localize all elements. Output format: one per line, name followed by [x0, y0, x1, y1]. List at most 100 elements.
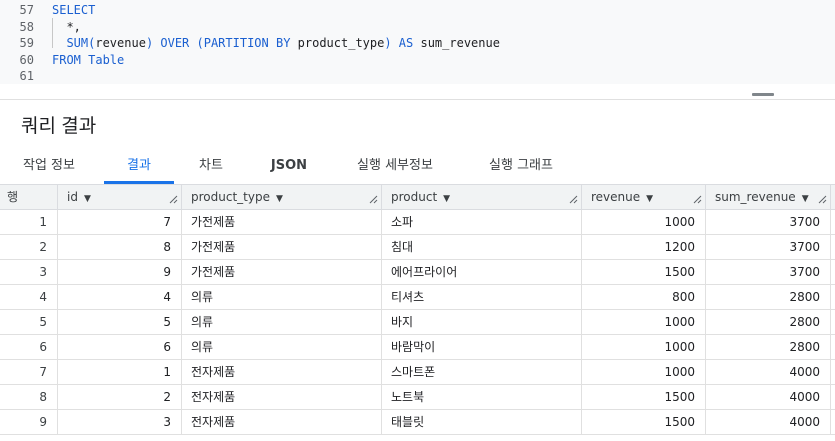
row-number-cell[interactable]: 5 [0, 310, 58, 335]
table-row[interactable]: 6 6 의류 바람막이 1000 2800 [0, 335, 835, 360]
table-row[interactable]: 9 3 전자제품 태블릿 1500 4000 [0, 410, 835, 435]
cell-product-type[interactable]: 전자제품 [182, 385, 382, 410]
row-number-cell[interactable]: 6 [0, 335, 58, 360]
cell-id[interactable]: 7 [58, 210, 182, 235]
cell-product[interactable]: 태블릿 [382, 410, 582, 435]
cell-sum-revenue[interactable]: 2800 [706, 335, 831, 360]
cell-sum-revenue[interactable]: 3700 [706, 210, 831, 235]
code-line[interactable]: 60 FROM Table [0, 52, 835, 68]
row-number-cell[interactable]: 4 [0, 285, 58, 310]
row-number-cell[interactable]: 2 [0, 235, 58, 260]
code-line[interactable]: 57 SELECT [0, 2, 835, 18]
sql-keyword: FROM [52, 52, 89, 67]
tab-job-info[interactable]: 작업 정보 [12, 146, 86, 185]
table-row[interactable]: 5 5 의류 바지 1000 2800 [0, 310, 835, 335]
tab-execution-graph[interactable]: 실행 그래프 [474, 146, 568, 185]
cell-revenue[interactable]: 1000 [582, 310, 706, 335]
row-number-cell[interactable]: 1 [0, 210, 58, 235]
column-resize-handle-icon[interactable] [168, 194, 178, 204]
table-row[interactable]: 4 4 의류 티셔츠 800 2800 [0, 285, 835, 310]
sql-keyword: ) OVER (PARTITION BY [145, 36, 298, 50]
table-row[interactable]: 7 1 전자제품 스마트폰 1000 4000 [0, 360, 835, 385]
cell-sum-revenue[interactable]: 3700 [706, 235, 831, 260]
sort-down-arrow-icon[interactable]: ▼ [84, 187, 91, 211]
cell-product-type[interactable]: 가전제품 [182, 260, 382, 285]
cell-product-type[interactable]: 가전제품 [182, 210, 382, 235]
sort-down-arrow-icon[interactable]: ▼ [276, 187, 283, 211]
column-header-label: product_type [191, 190, 270, 204]
cell-product[interactable]: 바람막이 [382, 335, 582, 360]
cell-id[interactable]: 9 [58, 260, 182, 285]
tab-chart[interactable]: 차트 [186, 146, 236, 185]
row-number-cell[interactable]: 7 [0, 360, 58, 385]
column-resize-handle-icon[interactable] [817, 194, 827, 204]
sort-down-arrow-icon[interactable]: ▼ [443, 187, 450, 211]
cell-id[interactable]: 2 [58, 385, 182, 410]
column-header-sum-revenue[interactable]: sum_revenue ▼ [706, 185, 831, 210]
cell-product-type[interactable]: 의류 [182, 285, 382, 310]
cell-product[interactable]: 스마트폰 [382, 360, 582, 385]
cell-revenue[interactable]: 1000 [582, 360, 706, 385]
code-line[interactable]: 58 *, [0, 19, 835, 35]
column-header-product[interactable]: product ▼ [382, 185, 582, 210]
cell-id[interactable]: 4 [58, 285, 182, 310]
table-row[interactable]: 3 9 가전제품 에어프라이어 1500 3700 [0, 260, 835, 285]
cell-id[interactable]: 3 [58, 410, 182, 435]
line-number: 57 [19, 3, 34, 17]
column-resize-handle-icon[interactable] [568, 194, 578, 204]
column-resize-handle-icon[interactable] [368, 194, 378, 204]
line-number: 58 [19, 19, 34, 34]
cell-product[interactable]: 소파 [382, 210, 582, 235]
cell-product-type[interactable]: 의류 [182, 335, 382, 360]
sql-editor[interactable]: 57 SELECT 58 *, 59 SUM(revenue) OVER (PARTI… [0, 0, 835, 84]
sort-down-arrow-icon[interactable]: ▼ [646, 187, 653, 211]
cell-sum-revenue[interactable]: 2800 [706, 285, 831, 310]
row-number-cell[interactable]: 9 [0, 410, 58, 435]
table-row[interactable]: 2 8 가전제품 침대 1200 3700 [0, 235, 835, 260]
cell-product[interactable]: 티셔츠 [382, 285, 582, 310]
code-text: SELECT [52, 2, 95, 18]
results-tabs: 작업 정보 결과 차트 JSON 실행 세부정보 실행 그래프 [0, 146, 835, 185]
cell-product-type[interactable]: 가전제품 [182, 235, 382, 260]
cell-id[interactable]: 8 [58, 235, 182, 260]
cell-id[interactable]: 6 [58, 335, 182, 360]
tab-execution-details[interactable]: 실행 세부정보 [342, 146, 448, 185]
cell-product[interactable]: 침대 [382, 235, 582, 260]
table-row[interactable]: 1 7 가전제품 소파 1000 3700 [0, 210, 835, 235]
cell-product[interactable]: 에어프라이어 [382, 260, 582, 285]
column-resize-handle-icon[interactable] [692, 194, 702, 204]
cell-revenue[interactable]: 1500 [582, 385, 706, 410]
cell-sum-revenue[interactable]: 4000 [706, 360, 831, 385]
tab-results[interactable]: 결과 [104, 146, 174, 185]
code-line[interactable]: 59 SUM(revenue) OVER (PARTITION BY produ… [0, 35, 835, 51]
cell-revenue[interactable]: 800 [582, 285, 706, 310]
cell-product-type[interactable]: 전자제품 [182, 410, 382, 435]
cell-revenue[interactable]: 1500 [582, 260, 706, 285]
sort-down-arrow-icon[interactable]: ▼ [802, 187, 809, 211]
cell-product[interactable]: 바지 [382, 310, 582, 335]
row-number-cell[interactable]: 3 [0, 260, 58, 285]
column-header-revenue[interactable]: revenue ▼ [582, 185, 706, 210]
cell-sum-revenue[interactable]: 4000 [706, 385, 831, 410]
cell-id[interactable]: 5 [58, 310, 182, 335]
results-title: 쿼리 결과 [21, 116, 97, 137]
cell-revenue[interactable]: 1000 [582, 335, 706, 360]
row-number-cell[interactable]: 8 [0, 385, 58, 410]
cell-product[interactable]: 노트북 [382, 385, 582, 410]
column-header-id[interactable]: id ▼ [58, 185, 182, 210]
tab-json[interactable]: JSON [262, 146, 316, 185]
cell-product-type[interactable]: 의류 [182, 310, 382, 335]
cell-revenue[interactable]: 1500 [582, 410, 706, 435]
cell-sum-revenue[interactable]: 4000 [706, 410, 831, 435]
cell-revenue[interactable]: 1000 [582, 210, 706, 235]
cell-revenue[interactable]: 1200 [582, 235, 706, 260]
column-header-product-type[interactable]: product_type ▼ [182, 185, 382, 210]
cell-sum-revenue[interactable]: 3700 [706, 260, 831, 285]
table-row[interactable]: 8 2 전자제품 노트북 1500 4000 [0, 385, 835, 410]
cell-sum-revenue[interactable]: 2800 [706, 310, 831, 335]
editor-resize-handle[interactable] [752, 93, 774, 96]
sql-keyword: SUM( [52, 36, 96, 50]
cell-product-type[interactable]: 전자제품 [182, 360, 382, 385]
code-line[interactable]: 61 [0, 68, 835, 84]
cell-id[interactable]: 1 [58, 360, 182, 385]
